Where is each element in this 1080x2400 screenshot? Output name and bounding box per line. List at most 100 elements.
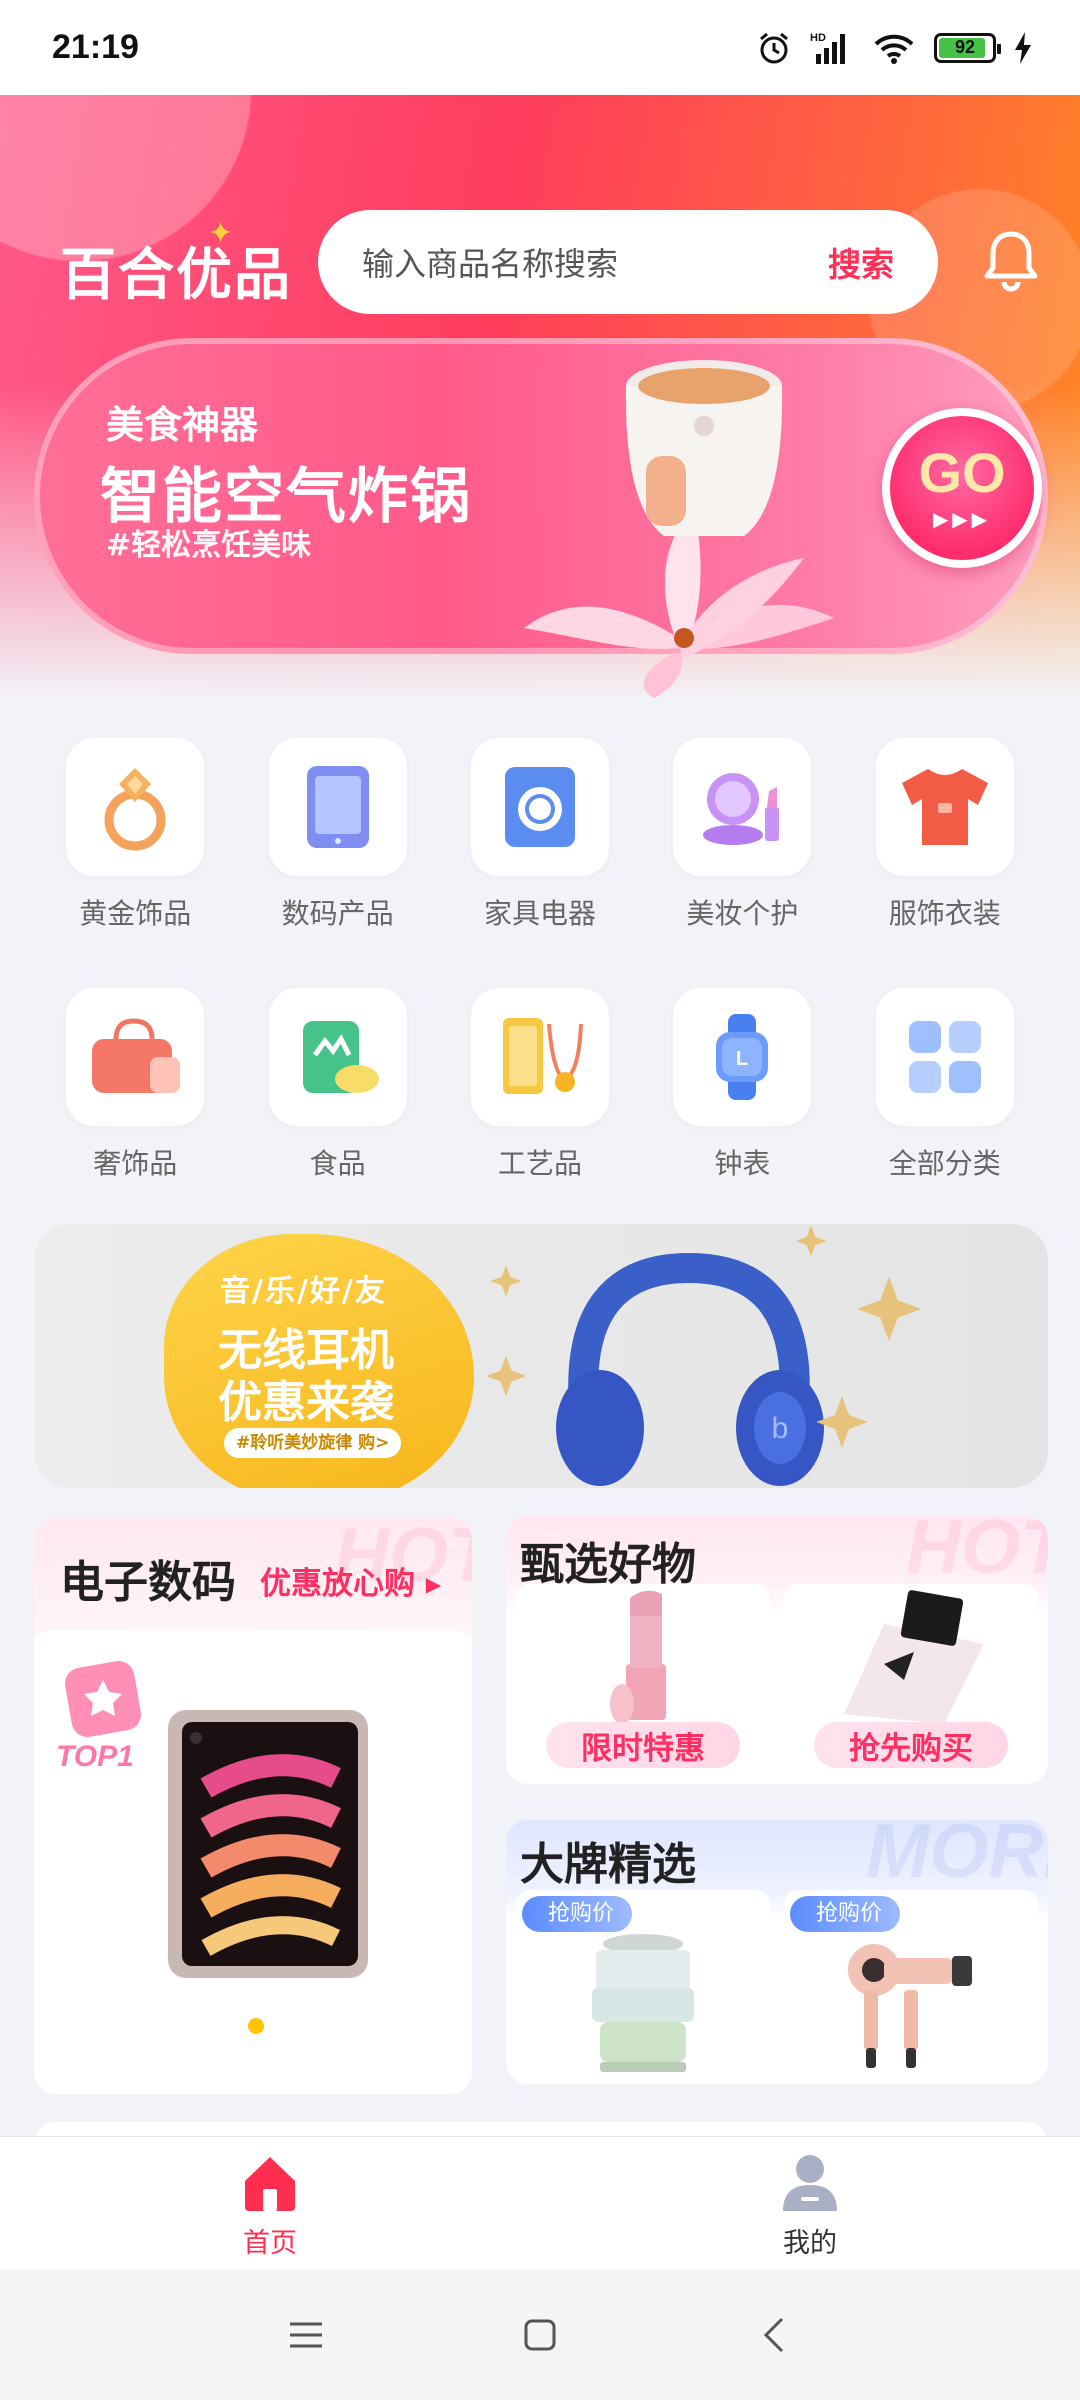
gold-bar-icon: [502, 1018, 583, 1094]
air-fryer-image: [625, 360, 783, 536]
home-icon: [245, 2157, 295, 2211]
bottom-tab-bar: 首页 我的: [0, 2136, 1080, 2270]
go-button-label: GO: [918, 441, 1006, 504]
selected-goods-card[interactable]: HOT 甄选好物 限时特惠 抢先购买: [506, 1516, 1048, 1784]
category-icon-box: L: [673, 988, 812, 1126]
selected-item-lipstick[interactable]: 限时特惠: [516, 1584, 770, 1776]
category-label: 奢饰品: [93, 1147, 178, 1180]
star-decoration-icon: [490, 1265, 522, 1297]
category-clothing[interactable]: 服饰衣装: [844, 738, 1046, 932]
hairdryer-image: [848, 1944, 972, 2068]
carousel-dot[interactable]: [248, 2018, 264, 2034]
search-bar[interactable]: 输入商品名称搜索 搜索: [318, 210, 938, 314]
search-input[interactable]: 输入商品名称搜索: [362, 239, 618, 285]
app-logo-text: 百合优品: [60, 243, 292, 308]
cosmetics-icon: [703, 773, 780, 845]
battery-indicator: 92: [934, 32, 1001, 63]
category-label: 服饰衣装: [888, 897, 1001, 930]
brand-price-tag: 抢购价: [522, 1896, 633, 1932]
tab-home[interactable]: 首页: [0, 2137, 540, 2270]
category-icon-box: [268, 988, 407, 1126]
gold-ring-icon: [104, 768, 166, 851]
menu-nav-button[interactable]: [284, 2313, 328, 2357]
status-time: 21:19: [52, 28, 139, 66]
category-icon-box: [66, 738, 205, 876]
promo-banner-airfryer[interactable]: 美食神器 智能空气炸锅 #轻松烹饪美味 GO ▶▶▶: [34, 338, 1048, 698]
selected-item-perfume[interactable]: 抢先购买: [784, 1584, 1038, 1776]
category-crafts[interactable]: 工艺品: [439, 988, 641, 1182]
category-luxury[interactable]: 奢饰品: [34, 988, 236, 1182]
svg-text:L: L: [736, 1048, 748, 1070]
category-icon-box: [470, 738, 609, 876]
tab-label: 我的: [783, 2228, 837, 2259]
category-digital[interactable]: 数码产品: [236, 738, 438, 932]
category-beauty[interactable]: 美妆个护: [641, 738, 843, 932]
category-gold-jewelry[interactable]: 黄金饰品: [34, 738, 236, 932]
tshirt-icon: [901, 769, 988, 845]
category-icon-box: [875, 988, 1014, 1126]
electronics-subtitle[interactable]: 优惠放心购 ▸: [260, 1558, 441, 1603]
signal-hd-label: HD: [810, 32, 826, 44]
promo-banner-headphones[interactable]: 音/乐/好/友 无线耳机 优惠来袭 #聆听美妙旋律 购> b: [34, 1224, 1048, 1488]
user-icon: [783, 2155, 837, 2211]
headphones-image: b: [556, 1252, 824, 1486]
status-icons: HD 92: [756, 30, 1032, 66]
grid-icon: [908, 1021, 981, 1093]
category-label: 工艺品: [497, 1147, 582, 1180]
logo-star-icon: ✦: [208, 216, 236, 251]
brand-item-steamer[interactable]: 抢购价: [516, 1890, 770, 2080]
menu-icon: [290, 2322, 322, 2348]
promo-tag: 音/乐/好/友: [220, 1274, 387, 1309]
electronics-title: 电子数码: [60, 1557, 236, 1608]
selected-title: 甄选好物: [520, 1539, 696, 1590]
steamer-image: [592, 1934, 694, 2072]
category-label: 全部分类: [888, 1147, 1001, 1180]
category-all[interactable]: 全部分类: [844, 988, 1046, 1182]
category-grid: 黄金饰品 数码产品 家具电器 美妆个护 服饰衣装 奢饰品 食品 工艺品 L 钟表…: [34, 738, 1046, 1182]
back-chevron-icon: [763, 2317, 784, 2353]
promo-pill: #聆听美妙旋律 购>: [224, 1428, 402, 1458]
category-food[interactable]: 食品: [236, 988, 438, 1182]
lipstick-image: [610, 1590, 666, 1724]
category-label: 美妆个护: [686, 897, 799, 930]
search-button[interactable]: 搜索: [828, 238, 894, 286]
category-appliances[interactable]: 家具电器: [439, 738, 641, 932]
category-icon-box: [875, 738, 1014, 876]
bell-icon[interactable]: [980, 228, 1042, 294]
tablet-icon: [306, 766, 369, 848]
selected-item-label: 抢先购买: [814, 1722, 1008, 1768]
star-decoration-icon: [795, 1225, 827, 1257]
selected-item-label: 限时特惠: [546, 1722, 740, 1768]
category-icon-box: [673, 738, 812, 876]
tab-label: 首页: [243, 2228, 297, 2259]
handbag-icon: [92, 1018, 181, 1093]
banner-tag: #轻松烹饪美味: [106, 528, 312, 563]
promo-title-line2: 优惠来袭: [218, 1377, 394, 1428]
home-nav-button[interactable]: [518, 2313, 562, 2357]
app-logo: 百合优品 ✦: [60, 216, 292, 311]
brand-item-hairdryer[interactable]: 抢购价: [784, 1890, 1038, 2080]
category-label: 数码产品: [281, 897, 394, 930]
system-nav-bar: [0, 2270, 1080, 2400]
electronics-card[interactable]: HOT 电子数码 优惠放心购 ▸ TOP1: [34, 1518, 472, 2094]
more-watermark: MORE: [866, 1820, 1048, 1894]
star-decoration-icon: [816, 1396, 868, 1448]
signal-icon: HD: [810, 32, 845, 64]
washing-machine-icon: [504, 767, 575, 847]
banner-subtitle: 美食神器: [106, 403, 259, 447]
brand-selection-card[interactable]: MORE 大牌精选 抢购价 抢购价: [506, 1820, 1048, 2084]
go-button[interactable]: GO ▶▶▶: [882, 408, 1042, 568]
category-label: 家具电器: [483, 897, 596, 930]
brand-price-tag: 抢购价: [790, 1896, 901, 1932]
electronics-product-area[interactable]: TOP1: [34, 1630, 472, 2094]
go-arrows-icon: ▶▶▶: [932, 507, 992, 531]
watch-icon: L: [716, 1014, 769, 1100]
tab-mine[interactable]: 我的: [540, 2137, 1080, 2270]
top1-label: TOP1: [56, 1740, 134, 1773]
charging-icon: [1015, 31, 1031, 64]
back-nav-button[interactable]: [752, 2313, 796, 2357]
category-watches[interactable]: L 钟表: [641, 988, 843, 1182]
svg-text:b: b: [772, 1412, 789, 1445]
brand-title: 大牌精选: [520, 1839, 696, 1890]
alarm-icon: [760, 32, 788, 63]
